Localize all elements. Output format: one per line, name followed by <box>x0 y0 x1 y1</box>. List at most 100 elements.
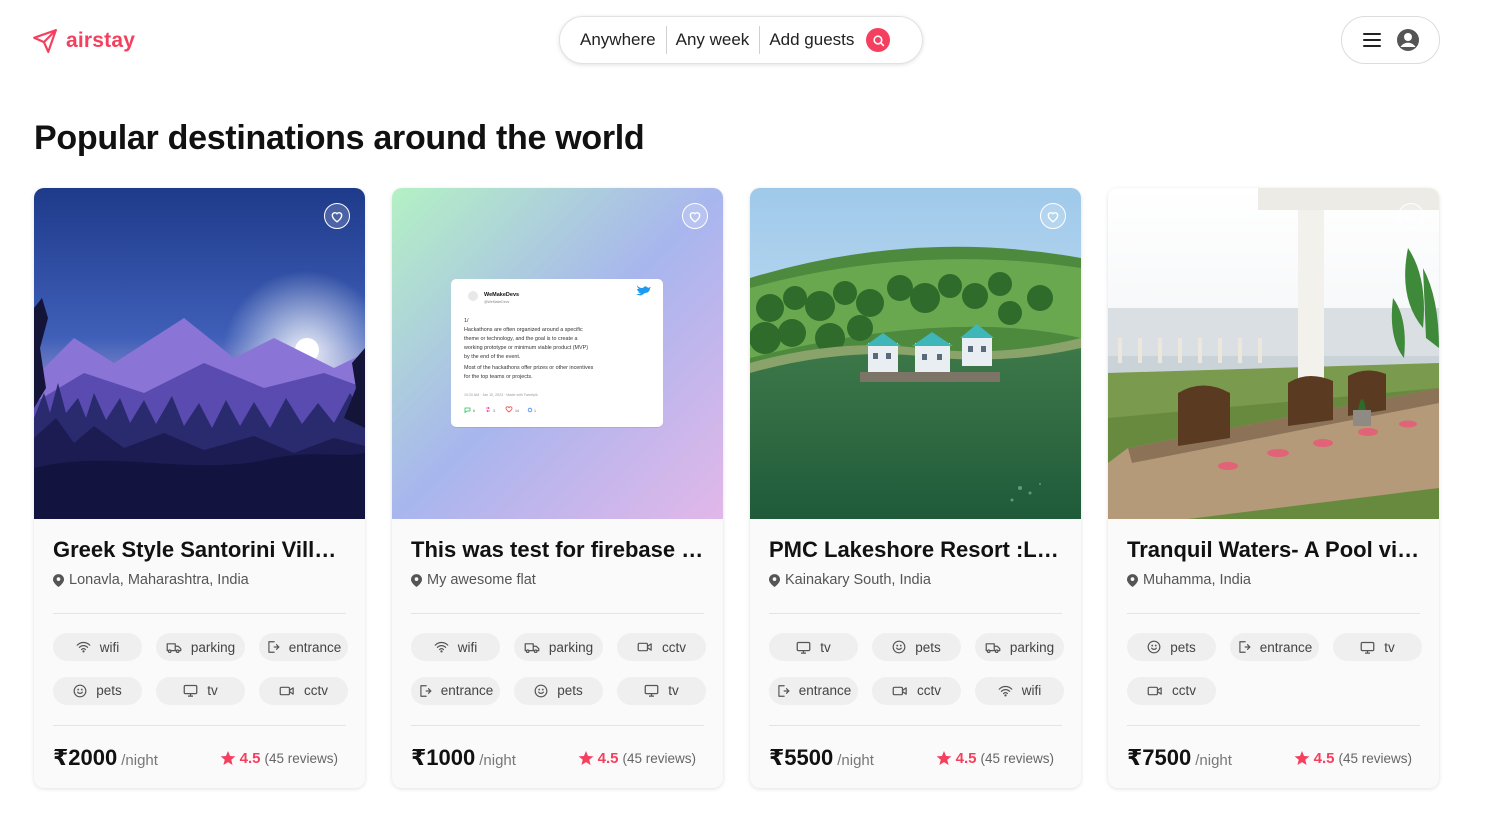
amenity-list: pets entrance tv cctv <box>1127 633 1422 705</box>
door-icon <box>1237 640 1251 654</box>
star-icon <box>578 750 593 765</box>
pool-villa-image <box>1108 188 1439 519</box>
price-row: ₹2000 /night 4.5 (45 reviews) <box>53 745 346 771</box>
amenity-chip[interactable]: pets <box>53 676 142 705</box>
price-row: ₹1000 /night 4.5 (45 reviews) <box>411 745 704 771</box>
amenity-chip[interactable]: tv <box>617 676 706 705</box>
amenity-chip[interactable]: entrance <box>259 633 348 661</box>
smile-icon <box>892 640 906 654</box>
listing-location-text: Kainakary South, India <box>785 572 931 588</box>
lakeshore-resort-image <box>750 188 1081 519</box>
tv-icon <box>183 684 198 697</box>
heart-icon <box>1405 211 1417 223</box>
search-any-week[interactable]: Any week <box>676 30 760 50</box>
wifi-icon <box>76 641 91 653</box>
amenity-chip[interactable]: wifi <box>53 633 142 661</box>
tweet-stat: 14 <box>515 409 519 413</box>
amenity-list: wifi parking entrance pets tv cctv <box>53 633 348 705</box>
price-unit: /night <box>479 752 516 769</box>
price-unit: /night <box>1195 752 1232 769</box>
location-pin-icon <box>1127 573 1138 587</box>
divider <box>411 613 704 614</box>
tweet-handle: @WeMakeDevs <box>484 300 510 304</box>
amenity-chip[interactable]: wifi <box>975 676 1064 705</box>
amenity-chip[interactable]: tv <box>769 633 858 661</box>
mountain-landscape-image <box>34 188 365 519</box>
listing-rating: 4.5 (45 reviews) <box>220 750 338 767</box>
tweet-stat: 1 <box>534 409 536 413</box>
amenity-chip[interactable]: pets <box>514 676 603 705</box>
rating-value: 4.5 <box>955 749 977 767</box>
heart-icon <box>1047 211 1059 223</box>
review-count[interactable]: (45 reviews) <box>264 751 338 766</box>
listing-grid: Greek Style Santorini Villa ... Lonavla,… <box>34 188 1439 788</box>
favorite-heart-button[interactable] <box>1040 203 1066 229</box>
listing-card[interactable]: WeMakeDevs @WeMakeDevs 1/ Hackathons are… <box>392 188 723 788</box>
brand-logo[interactable]: airstay <box>32 28 135 54</box>
review-count[interactable]: (45 reviews) <box>1338 751 1412 766</box>
car-icon <box>524 641 540 654</box>
tweet-meta: 10:20 AM · Jan 10, 2023 · Made with Twee… <box>464 393 538 397</box>
amenity-chip[interactable]: parking <box>514 633 603 661</box>
listing-card[interactable]: Greek Style Santorini Villa ... Lonavla,… <box>34 188 365 788</box>
rating-value: 4.5 <box>239 749 261 767</box>
listing-title[interactable]: Tranquil Waters- A Pool vil... <box>1127 536 1420 564</box>
heart-icon <box>331 211 343 223</box>
camera-icon <box>1147 685 1163 697</box>
listing-location-text: My awesome flat <box>427 572 536 588</box>
amenity-chip[interactable]: wifi <box>411 633 500 661</box>
amenity-chip[interactable]: parking <box>975 633 1064 661</box>
listing-price: ₹1000 /night <box>411 745 516 771</box>
door-icon <box>776 684 790 698</box>
divider <box>1127 725 1420 726</box>
listing-price: ₹2000 /night <box>53 745 158 771</box>
search-add-guests[interactable]: Add guests <box>769 30 864 50</box>
favorite-heart-button[interactable] <box>324 203 350 229</box>
price-amount: ₹2000 <box>53 745 118 770</box>
amenity-chip[interactable]: pets <box>1127 633 1216 661</box>
amenity-chip[interactable]: cctv <box>617 633 706 661</box>
tweet-line: Most of the hackathons offer prizes or o… <box>464 365 594 371</box>
review-count[interactable]: (45 reviews) <box>980 751 1054 766</box>
heart-icon <box>689 211 701 223</box>
search-bar[interactable]: Anywhere Any week Add guests <box>559 16 923 64</box>
listing-card[interactable]: PMC Lakeshore Resort :La... Kainakary So… <box>750 188 1081 788</box>
car-icon <box>166 641 182 654</box>
search-divider <box>665 26 667 54</box>
favorite-heart-button[interactable] <box>682 203 708 229</box>
listing-title[interactable]: Greek Style Santorini Villa ... <box>53 536 346 564</box>
price-amount: ₹7500 <box>1127 745 1192 770</box>
amenity-chip[interactable]: entrance <box>769 676 858 705</box>
smile-icon <box>534 684 548 698</box>
door-icon <box>266 640 280 654</box>
user-menu-button[interactable] <box>1341 16 1440 64</box>
amenity-chip[interactable]: tv <box>1333 633 1422 661</box>
listing-rating: 4.5 (45 reviews) <box>936 750 1054 767</box>
amenity-chip[interactable]: entrance <box>411 676 500 705</box>
amenity-chip[interactable]: cctv <box>872 676 961 705</box>
amenity-chip[interactable]: cctv <box>259 676 348 705</box>
tv-icon <box>796 641 811 654</box>
divider <box>1127 613 1420 614</box>
listing-card[interactable]: Tranquil Waters- A Pool vil... Muhamma, … <box>1108 188 1439 788</box>
amenity-chip[interactable]: tv <box>156 676 245 705</box>
listing-image <box>1108 188 1439 519</box>
favorite-heart-button[interactable] <box>1398 203 1424 229</box>
listing-title[interactable]: PMC Lakeshore Resort :La... <box>769 536 1062 564</box>
amenity-chip[interactable]: parking <box>156 633 245 661</box>
amenity-chip[interactable]: cctv <box>1127 676 1216 705</box>
brand-name: airstay <box>66 29 136 52</box>
listing-title[interactable]: This was test for firebase s... <box>411 536 704 564</box>
tweet-line: by the end of the event. <box>464 354 520 360</box>
smile-icon <box>1147 640 1161 654</box>
amenity-chip[interactable]: pets <box>872 633 961 661</box>
amenity-chip[interactable]: entrance <box>1230 633 1319 661</box>
hamburger-menu-icon <box>1362 33 1381 47</box>
door-icon <box>418 684 432 698</box>
tweet-screenshot-image: WeMakeDevs @WeMakeDevs 1/ Hackathons are… <box>392 188 723 519</box>
search-anywhere[interactable]: Anywhere <box>580 30 666 50</box>
listing-location-text: Muhamma, India <box>1143 572 1251 588</box>
search-button[interactable] <box>866 28 891 52</box>
review-count[interactable]: (45 reviews) <box>622 751 696 766</box>
camera-icon <box>279 685 295 697</box>
